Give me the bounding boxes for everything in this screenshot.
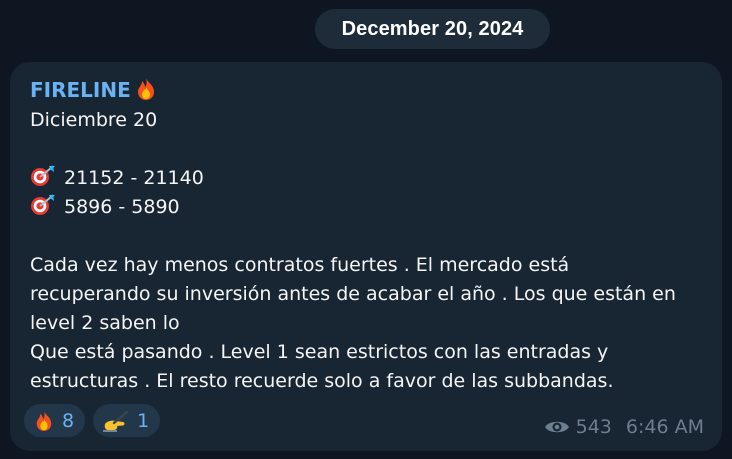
message-paragraph-line: recuperando su inversión antes de acabar… bbox=[30, 283, 676, 305]
reaction-writing-hand[interactable]: 1 bbox=[93, 404, 161, 437]
message-paragraph-line: level 2 saben lo bbox=[30, 312, 180, 334]
message-body: FIRELINE Diciembre 20 21152 - 21140 5896… bbox=[30, 76, 704, 396]
date-separator-label: December 20, 2024 bbox=[341, 17, 524, 40]
message-paragraph-line: Cada vez hay menos contratos fuertes . E… bbox=[30, 254, 570, 276]
message-header: FIRELINE bbox=[30, 76, 704, 106]
reactions-bar: 8 1 bbox=[24, 404, 161, 437]
reaction-count: 1 bbox=[137, 409, 150, 432]
target-line-1: 21152 - 21140 bbox=[30, 164, 704, 193]
target-range-1: 21152 - 21140 bbox=[64, 167, 204, 189]
reaction-count: 8 bbox=[62, 409, 75, 432]
message-bubble[interactable]: FIRELINE Diciembre 20 21152 - 21140 5896… bbox=[10, 62, 722, 451]
dart-target-icon bbox=[31, 194, 55, 215]
message-time: 6:46 AM bbox=[625, 416, 704, 438]
target-range-2: 5896 - 5890 bbox=[64, 196, 180, 218]
chat-view: December 20, 2024 FIRELINE Diciembre 20 bbox=[0, 0, 732, 459]
message-paragraph-line: Que está pasando . Level 1 sean estricto… bbox=[30, 341, 609, 363]
reaction-fire[interactable]: 8 bbox=[24, 404, 86, 437]
dart-target-icon bbox=[31, 165, 55, 186]
writing-hand-icon bbox=[103, 410, 129, 432]
fire-icon bbox=[137, 78, 154, 100]
channel-name[interactable]: FIRELINE bbox=[30, 78, 131, 102]
message-paragraph-line: estructuras . El resto recuerde solo a f… bbox=[30, 370, 614, 392]
message-meta: 543 6:46 AM bbox=[544, 416, 704, 438]
view-count: 543 bbox=[575, 416, 612, 438]
fire-icon bbox=[36, 410, 52, 431]
eye-icon bbox=[544, 421, 569, 433]
message-date-line: Diciembre 20 bbox=[30, 109, 158, 131]
target-line-2: 5896 - 5890 bbox=[30, 193, 704, 222]
date-separator[interactable]: December 20, 2024 bbox=[315, 9, 550, 49]
